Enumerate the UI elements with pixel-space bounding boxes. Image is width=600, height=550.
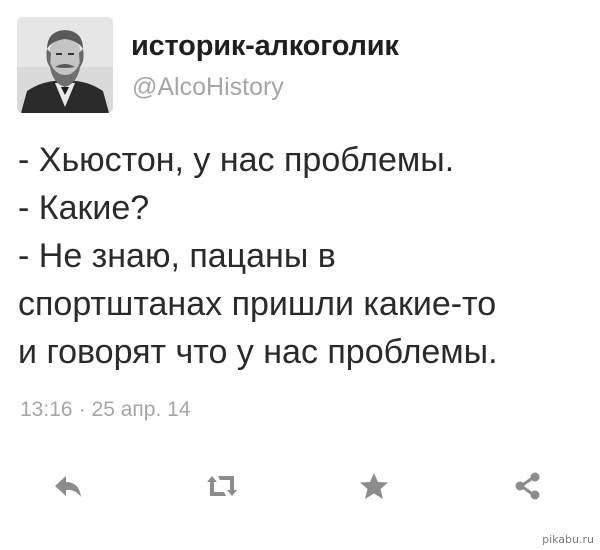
tweet-text-line: - Хьюстон, у нас проблемы. xyxy=(18,141,455,179)
tweet-text-line: спортштанах пришли какие-то xyxy=(18,285,497,323)
avatar-portrait-image xyxy=(17,17,113,113)
tweet-time: 13:16 xyxy=(20,398,73,421)
favorite-button[interactable] xyxy=(354,466,394,506)
tweet-actions-bar xyxy=(0,466,600,506)
retweet-icon xyxy=(207,476,237,496)
author-display-name[interactable]: историк-алкоголик xyxy=(131,30,399,63)
tweet-timestamp[interactable]: 13:16 · 25 апр. 14 xyxy=(20,398,191,422)
tweet-text-line: - Не знаю, пацаны в xyxy=(18,237,336,275)
avatar[interactable] xyxy=(17,17,113,113)
tweet-text: - Хьюстон, у нас проблемы. - Какие? - Не… xyxy=(18,136,588,376)
tweet-date: 25 апр. 14 xyxy=(91,398,191,421)
reply-button[interactable] xyxy=(48,466,88,506)
retweet-button[interactable] xyxy=(202,466,242,506)
share-button[interactable] xyxy=(508,466,548,506)
share-icon xyxy=(515,472,540,500)
tweet-text-line: - Какие? xyxy=(18,189,150,227)
tweet-card: историк-алкоголик @AlcoHistory - Хьюстон… xyxy=(0,0,600,550)
meta-separator: · xyxy=(78,398,86,421)
tweet-text-line: и говорят что у нас проблемы. xyxy=(18,333,498,371)
star-icon xyxy=(360,473,388,499)
author-handle[interactable]: @AlcoHistory xyxy=(132,73,284,102)
reply-icon xyxy=(55,476,81,497)
watermark: pikabu.ru xyxy=(542,533,594,546)
